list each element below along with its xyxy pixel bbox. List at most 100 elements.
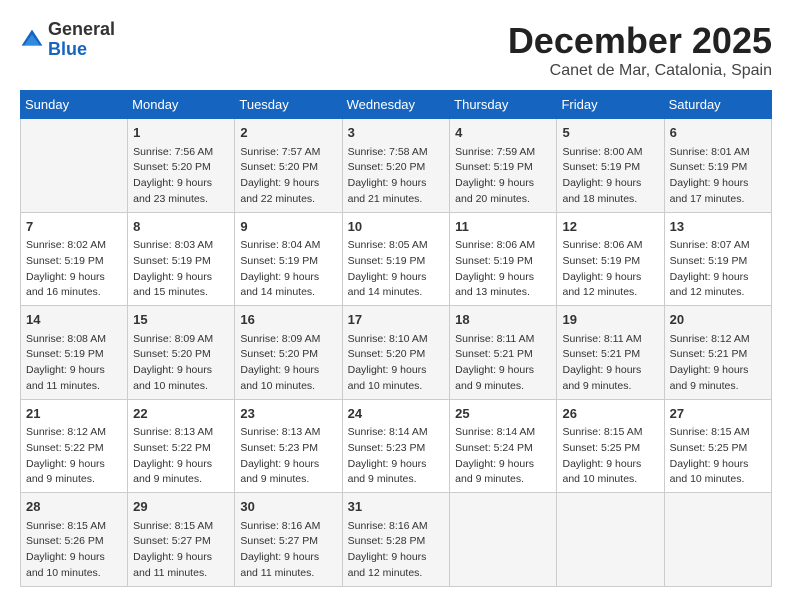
day-number: 21 (26, 404, 122, 424)
calendar-cell: 10Sunrise: 8:05 AM Sunset: 5:19 PM Dayli… (342, 212, 450, 306)
day-info: Sunrise: 8:15 AM Sunset: 5:26 PM Dayligh… (26, 519, 122, 582)
day-info: Sunrise: 7:58 AM Sunset: 5:20 PM Dayligh… (348, 145, 445, 208)
calendar-cell: 18Sunrise: 8:11 AM Sunset: 5:21 PM Dayli… (450, 306, 557, 400)
calendar-cell (664, 493, 771, 587)
day-info: Sunrise: 8:13 AM Sunset: 5:23 PM Dayligh… (240, 425, 336, 488)
header-cell-sunday: Sunday (21, 91, 128, 119)
calendar-cell: 22Sunrise: 8:13 AM Sunset: 5:22 PM Dayli… (128, 399, 235, 493)
calendar-week-4: 21Sunrise: 8:12 AM Sunset: 5:22 PM Dayli… (21, 399, 772, 493)
day-info: Sunrise: 8:15 AM Sunset: 5:25 PM Dayligh… (670, 425, 766, 488)
header: General Blue December 2025 Canet de Mar,… (20, 20, 772, 80)
day-info: Sunrise: 8:04 AM Sunset: 5:19 PM Dayligh… (240, 238, 336, 301)
day-number: 26 (562, 404, 658, 424)
day-info: Sunrise: 8:16 AM Sunset: 5:28 PM Dayligh… (348, 519, 445, 582)
day-number: 17 (348, 310, 445, 330)
calendar-table: SundayMondayTuesdayWednesdayThursdayFrid… (20, 90, 772, 587)
calendar-week-3: 14Sunrise: 8:08 AM Sunset: 5:19 PM Dayli… (21, 306, 772, 400)
calendar-cell: 12Sunrise: 8:06 AM Sunset: 5:19 PM Dayli… (557, 212, 664, 306)
day-number: 15 (133, 310, 229, 330)
day-number: 30 (240, 497, 336, 517)
day-number: 22 (133, 404, 229, 424)
calendar-cell: 13Sunrise: 8:07 AM Sunset: 5:19 PM Dayli… (664, 212, 771, 306)
day-number: 10 (348, 217, 445, 237)
calendar-cell: 6Sunrise: 8:01 AM Sunset: 5:19 PM Daylig… (664, 119, 771, 213)
day-info: Sunrise: 7:57 AM Sunset: 5:20 PM Dayligh… (240, 145, 336, 208)
title-block: December 2025 Canet de Mar, Catalonia, S… (508, 20, 772, 80)
day-info: Sunrise: 8:01 AM Sunset: 5:19 PM Dayligh… (670, 145, 766, 208)
header-cell-thursday: Thursday (450, 91, 557, 119)
day-info: Sunrise: 8:02 AM Sunset: 5:19 PM Dayligh… (26, 238, 122, 301)
calendar-cell: 2Sunrise: 7:57 AM Sunset: 5:20 PM Daylig… (235, 119, 342, 213)
calendar-cell: 30Sunrise: 8:16 AM Sunset: 5:27 PM Dayli… (235, 493, 342, 587)
calendar-title: December 2025 (508, 20, 772, 62)
logo-icon (20, 28, 44, 52)
calendar-week-2: 7Sunrise: 8:02 AM Sunset: 5:19 PM Daylig… (21, 212, 772, 306)
day-info: Sunrise: 8:06 AM Sunset: 5:19 PM Dayligh… (455, 238, 551, 301)
calendar-cell: 23Sunrise: 8:13 AM Sunset: 5:23 PM Dayli… (235, 399, 342, 493)
day-number: 31 (348, 497, 445, 517)
day-number: 1 (133, 123, 229, 143)
day-number: 13 (670, 217, 766, 237)
day-info: Sunrise: 8:12 AM Sunset: 5:21 PM Dayligh… (670, 332, 766, 395)
day-info: Sunrise: 8:03 AM Sunset: 5:19 PM Dayligh… (133, 238, 229, 301)
day-info: Sunrise: 8:00 AM Sunset: 5:19 PM Dayligh… (562, 145, 658, 208)
day-info: Sunrise: 8:06 AM Sunset: 5:19 PM Dayligh… (562, 238, 658, 301)
day-number: 19 (562, 310, 658, 330)
calendar-cell: 21Sunrise: 8:12 AM Sunset: 5:22 PM Dayli… (21, 399, 128, 493)
calendar-cell: 31Sunrise: 8:16 AM Sunset: 5:28 PM Dayli… (342, 493, 450, 587)
header-cell-saturday: Saturday (664, 91, 771, 119)
calendar-subtitle: Canet de Mar, Catalonia, Spain (508, 62, 772, 80)
day-info: Sunrise: 8:05 AM Sunset: 5:19 PM Dayligh… (348, 238, 445, 301)
day-number: 23 (240, 404, 336, 424)
day-number: 28 (26, 497, 122, 517)
day-number: 11 (455, 217, 551, 237)
calendar-cell: 9Sunrise: 8:04 AM Sunset: 5:19 PM Daylig… (235, 212, 342, 306)
day-number: 8 (133, 217, 229, 237)
header-row: SundayMondayTuesdayWednesdayThursdayFrid… (21, 91, 772, 119)
calendar-cell: 16Sunrise: 8:09 AM Sunset: 5:20 PM Dayli… (235, 306, 342, 400)
logo-blue-text: Blue (48, 39, 87, 59)
logo-text: General Blue (48, 20, 115, 60)
calendar-cell (21, 119, 128, 213)
calendar-body: 1Sunrise: 7:56 AM Sunset: 5:20 PM Daylig… (21, 119, 772, 587)
day-info: Sunrise: 8:07 AM Sunset: 5:19 PM Dayligh… (670, 238, 766, 301)
day-info: Sunrise: 7:59 AM Sunset: 5:19 PM Dayligh… (455, 145, 551, 208)
day-info: Sunrise: 8:09 AM Sunset: 5:20 PM Dayligh… (133, 332, 229, 395)
day-info: Sunrise: 8:15 AM Sunset: 5:25 PM Dayligh… (562, 425, 658, 488)
calendar-cell: 20Sunrise: 8:12 AM Sunset: 5:21 PM Dayli… (664, 306, 771, 400)
day-info: Sunrise: 7:56 AM Sunset: 5:20 PM Dayligh… (133, 145, 229, 208)
logo: General Blue (20, 20, 115, 60)
calendar-cell: 17Sunrise: 8:10 AM Sunset: 5:20 PM Dayli… (342, 306, 450, 400)
day-number: 16 (240, 310, 336, 330)
calendar-header: SundayMondayTuesdayWednesdayThursdayFrid… (21, 91, 772, 119)
day-info: Sunrise: 8:09 AM Sunset: 5:20 PM Dayligh… (240, 332, 336, 395)
calendar-cell: 19Sunrise: 8:11 AM Sunset: 5:21 PM Dayli… (557, 306, 664, 400)
day-number: 24 (348, 404, 445, 424)
header-cell-friday: Friday (557, 91, 664, 119)
day-info: Sunrise: 8:11 AM Sunset: 5:21 PM Dayligh… (562, 332, 658, 395)
day-info: Sunrise: 8:11 AM Sunset: 5:21 PM Dayligh… (455, 332, 551, 395)
day-info: Sunrise: 8:15 AM Sunset: 5:27 PM Dayligh… (133, 519, 229, 582)
day-number: 6 (670, 123, 766, 143)
day-number: 7 (26, 217, 122, 237)
calendar-cell: 28Sunrise: 8:15 AM Sunset: 5:26 PM Dayli… (21, 493, 128, 587)
calendar-week-1: 1Sunrise: 7:56 AM Sunset: 5:20 PM Daylig… (21, 119, 772, 213)
page-container: General Blue December 2025 Canet de Mar,… (20, 20, 772, 587)
day-number: 14 (26, 310, 122, 330)
day-info: Sunrise: 8:14 AM Sunset: 5:24 PM Dayligh… (455, 425, 551, 488)
calendar-cell: 8Sunrise: 8:03 AM Sunset: 5:19 PM Daylig… (128, 212, 235, 306)
day-number: 9 (240, 217, 336, 237)
day-info: Sunrise: 8:10 AM Sunset: 5:20 PM Dayligh… (348, 332, 445, 395)
day-info: Sunrise: 8:13 AM Sunset: 5:22 PM Dayligh… (133, 425, 229, 488)
day-info: Sunrise: 8:12 AM Sunset: 5:22 PM Dayligh… (26, 425, 122, 488)
calendar-week-5: 28Sunrise: 8:15 AM Sunset: 5:26 PM Dayli… (21, 493, 772, 587)
calendar-cell: 5Sunrise: 8:00 AM Sunset: 5:19 PM Daylig… (557, 119, 664, 213)
calendar-cell (450, 493, 557, 587)
calendar-cell: 11Sunrise: 8:06 AM Sunset: 5:19 PM Dayli… (450, 212, 557, 306)
calendar-cell: 4Sunrise: 7:59 AM Sunset: 5:19 PM Daylig… (450, 119, 557, 213)
day-number: 25 (455, 404, 551, 424)
day-info: Sunrise: 8:14 AM Sunset: 5:23 PM Dayligh… (348, 425, 445, 488)
calendar-cell: 24Sunrise: 8:14 AM Sunset: 5:23 PM Dayli… (342, 399, 450, 493)
calendar-cell: 27Sunrise: 8:15 AM Sunset: 5:25 PM Dayli… (664, 399, 771, 493)
header-cell-wednesday: Wednesday (342, 91, 450, 119)
